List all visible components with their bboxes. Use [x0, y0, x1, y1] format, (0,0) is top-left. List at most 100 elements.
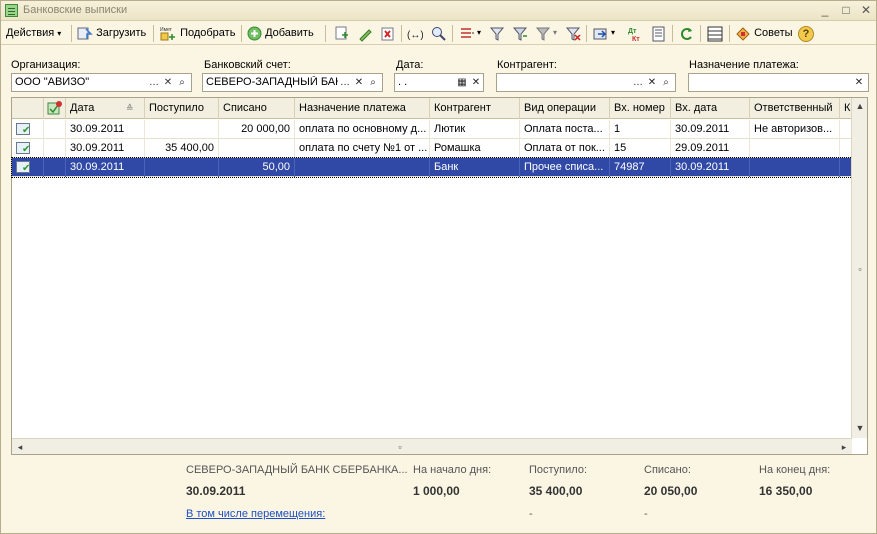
column-header-status[interactable] [44, 98, 66, 119]
add-icon [247, 26, 262, 41]
cell-in-number: 1 [610, 120, 671, 139]
column-header-in-number[interactable]: Вх. номер [610, 98, 671, 119]
cell-in-number: 74987 [610, 158, 671, 177]
clear-icon[interactable]: ✕ [161, 75, 175, 90]
column-header-received[interactable]: Поступило [145, 98, 219, 119]
cell-date: 30.09.2011 [66, 158, 145, 177]
cell-purpose: оплата по основному д... [295, 120, 430, 139]
footer-start-value: 1 000,00 [413, 484, 460, 498]
column-header-purpose[interactable]: Назначение платежа [295, 98, 430, 119]
vertical-scrollbar[interactable]: ▲ ▫ ▼ [851, 98, 867, 438]
scroll-up-icon[interactable]: ▲ [852, 98, 868, 114]
posted-document-icon [16, 159, 30, 177]
scroll-right-icon[interactable]: ▸ [836, 439, 852, 455]
column-header-counterparty[interactable]: Контрагент [430, 98, 520, 119]
open-search-icon[interactable]: ⌕ [659, 75, 673, 90]
footer-received-label: Поступило: [529, 464, 588, 476]
filter-by-value-icon[interactable] [512, 26, 528, 42]
footer-end-value: 16 350,00 [759, 484, 813, 498]
calendar-icon[interactable]: ▦ [455, 75, 469, 90]
refresh-icon[interactable] [679, 26, 695, 42]
cell-spent [219, 139, 295, 158]
maximize-button[interactable]: □ [838, 3, 854, 18]
add-button[interactable]: Добавить [247, 24, 314, 43]
column-header-responsible[interactable]: Ответственный [750, 98, 840, 119]
search-icon[interactable] [431, 26, 447, 42]
column-header-spent[interactable]: Списано [219, 98, 295, 119]
load-button[interactable]: Загрузить [77, 24, 146, 43]
column-header-operation[interactable]: Вид операции [520, 98, 610, 119]
select-button[interactable]: … [147, 75, 161, 90]
cell-purpose: оплата по счету №1 от ... [295, 139, 430, 158]
minimize-button[interactable]: _ [817, 3, 833, 18]
report-icon[interactable] [651, 26, 667, 42]
clear-icon[interactable]: ✕ [352, 75, 366, 90]
close-button[interactable]: ✕ [858, 3, 874, 18]
cell-counterparty: Лютик [430, 120, 520, 139]
scroll-thumb-horizontal[interactable]: ▫ [392, 439, 408, 455]
purpose-field[interactable]: ✕ [688, 73, 869, 92]
open-search-icon[interactable]: ⌕ [175, 75, 189, 90]
scroll-down-icon[interactable]: ▼ [852, 420, 868, 436]
help-icon[interactable]: ? [798, 26, 814, 42]
counterparty-label: Контрагент: [497, 59, 557, 71]
delete-icon[interactable] [380, 26, 396, 42]
actions-menu[interactable]: Действия ▾ [6, 24, 61, 43]
title-bar: Банковские выписки _ □ ✕ [1, 1, 876, 21]
toolbar: Действия ▾ Загрузить Имет Подобрать Доба… [1, 22, 876, 45]
pick-icon: Имет [160, 27, 175, 41]
horizontal-scrollbar[interactable]: ◂ ▫ ▸ [12, 438, 852, 454]
sort-icon: ≙ [126, 103, 134, 113]
cell-in-date: 29.09.2011 [671, 139, 750, 158]
list-settings-dropdown-icon[interactable]: ▾ [477, 28, 481, 37]
filter-icon[interactable] [489, 26, 505, 42]
cell-counterparty: Банк [430, 158, 520, 177]
footer-spent-moves: - [644, 508, 648, 520]
copy-icon[interactable] [334, 26, 350, 42]
edit-icon[interactable] [357, 26, 373, 42]
column-header-in-date[interactable]: Вх. дата [671, 98, 750, 119]
select-button[interactable]: … [338, 75, 352, 90]
row-document-icon-cell [12, 120, 44, 139]
cell-spent: 20 000,00 [219, 120, 295, 139]
pick-button[interactable]: Имет Подобрать [159, 24, 235, 43]
table-row[interactable]: 30.09.2011 20 000,00оплата по основному д… [12, 120, 852, 139]
clear-icon[interactable]: ✕ [645, 75, 659, 90]
open-search-icon[interactable]: ⌕ [366, 75, 380, 90]
table-row[interactable]: 30.09.201135 400,00 оплата по счету №1 от… [12, 139, 852, 158]
cell-counterparty: Ромашка [430, 139, 520, 158]
scroll-thumb[interactable]: ▫ [852, 261, 868, 277]
svg-text:Кт: Кт [632, 36, 640, 42]
clear-icon[interactable]: ✕ [469, 75, 483, 90]
scroll-left-icon[interactable]: ◂ [12, 439, 28, 455]
date-value: . . [398, 76, 408, 88]
select-button[interactable]: … [631, 75, 645, 90]
counterparty-field[interactable]: … ✕ ⌕ [496, 73, 676, 92]
goto-icon[interactable] [593, 26, 609, 42]
filter-history-dropdown-icon[interactable]: ▾ [553, 28, 557, 37]
column-header-date[interactable]: Дата ≙ [66, 98, 145, 119]
svg-text:(↔): (↔) [407, 30, 423, 41]
dt-kt-icon[interactable]: ДтКт [627, 26, 643, 42]
statements-table[interactable]: Дата ≙ Поступило Списано Назначение плате… [11, 97, 868, 455]
goto-dropdown-icon[interactable]: ▾ [611, 28, 615, 37]
organization-label: Организация: [11, 59, 81, 71]
purpose-label: Назначение платежа: [689, 59, 799, 71]
clear-icon[interactable]: ✕ [852, 75, 866, 90]
list-settings-icon[interactable] [459, 26, 475, 42]
structure-icon[interactable] [707, 26, 723, 42]
bank-account-field[interactable]: СЕВЕРО-ЗАПАДНЫЙ БАНК … ✕ ⌕ [202, 73, 383, 92]
conduct-icon[interactable]: (↔) [407, 26, 423, 42]
footer-start-label: На начало дня: [413, 464, 492, 476]
table-row[interactable]: 30.09.201150,00БанкПрочее списа...749873… [11, 157, 853, 178]
filter-history-icon[interactable] [535, 26, 551, 42]
footer-spent-label: Списано: [644, 464, 691, 476]
cell-received [145, 158, 219, 177]
clear-filter-icon[interactable] [565, 26, 581, 42]
column-header-icon[interactable] [12, 98, 44, 119]
movements-link[interactable]: В том числе перемещения: [186, 508, 325, 520]
cell-date: 30.09.2011 [66, 139, 145, 158]
organization-field[interactable]: ООО "АВИЗО" … ✕ ⌕ [11, 73, 192, 92]
date-field[interactable]: . . ▦ ✕ [394, 73, 484, 92]
advice-button[interactable]: Советы [735, 24, 793, 43]
